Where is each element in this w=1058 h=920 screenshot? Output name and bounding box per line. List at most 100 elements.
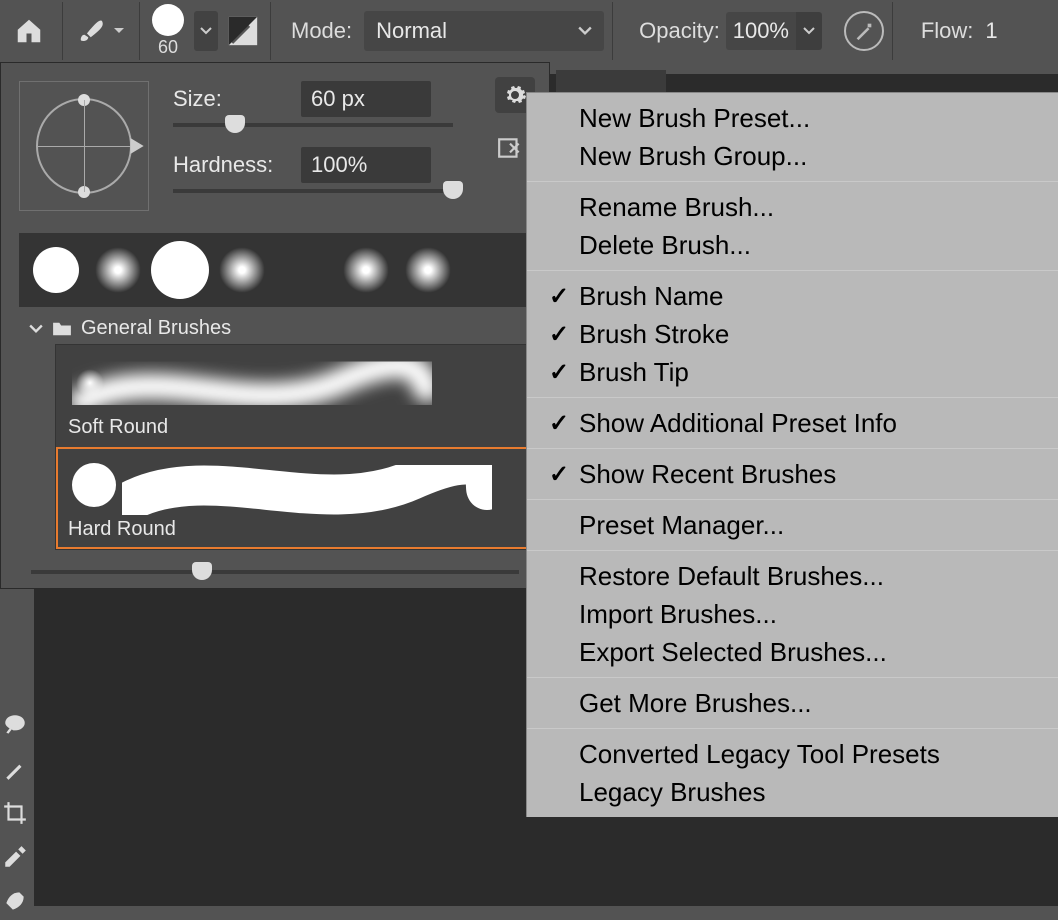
brush-preview-dot [152, 4, 184, 36]
hardness-field[interactable]: 100% [301, 147, 431, 183]
chevron-down-icon [803, 27, 815, 35]
menu-item-label: New Brush Preset... [579, 103, 810, 134]
recent-brush-swatch[interactable] [149, 239, 211, 301]
create-preset-button[interactable] [495, 135, 525, 161]
recent-brush-swatch[interactable] [335, 239, 397, 301]
brush-stroke-preview [72, 361, 432, 417]
menu-item[interactable]: Rename Brush... [527, 188, 1058, 226]
preset-label: Soft Round [68, 416, 168, 439]
blend-mode-select[interactable]: Normal [364, 11, 604, 51]
menu-item[interactable]: Import Brushes... [527, 595, 1058, 633]
menu-item-label: Rename Brush... [579, 192, 774, 223]
flow-label: Flow: [921, 18, 974, 44]
tools-panel [0, 706, 34, 920]
slider-thumb[interactable] [225, 115, 245, 133]
menu-item-label: Export Selected Brushes... [579, 637, 887, 668]
menu-item-label: Get More Brushes... [579, 688, 812, 719]
recent-brushes-row [19, 233, 531, 307]
menu-item-label: Show Additional Preset Info [579, 408, 897, 439]
menu-item[interactable]: ✓Brush Tip [527, 353, 1058, 391]
chevron-down-icon [200, 27, 212, 35]
chevron-down-icon [578, 26, 592, 36]
menu-item[interactable]: Converted Legacy Tool Presets [527, 735, 1058, 773]
check-icon: ✓ [549, 409, 579, 438]
gear-icon [503, 83, 527, 107]
opacity-dropdown[interactable] [796, 12, 822, 50]
menu-item-label: Brush Stroke [579, 319, 729, 350]
menu-item[interactable]: ✓Brush Name [527, 277, 1058, 315]
brush-preset-item[interactable]: Soft Round [56, 345, 530, 447]
crop-icon [2, 800, 28, 826]
tool-button[interactable] [2, 842, 32, 872]
brush-settings-icon [226, 14, 260, 48]
preset-label: Hard Round [68, 518, 176, 541]
pen-pressure-icon [853, 20, 875, 42]
preview-size-slider[interactable] [31, 570, 519, 574]
menu-item[interactable]: Get More Brushes... [527, 684, 1058, 722]
group-name: General Brushes [81, 317, 231, 340]
menu-item[interactable]: ✓Brush Stroke [527, 315, 1058, 353]
chevron-down-icon [29, 324, 43, 334]
eyedropper-icon [2, 844, 28, 870]
flow-value[interactable]: 1 [985, 18, 997, 44]
hardness-label: Hardness: [173, 152, 283, 178]
mode-label: Mode: [291, 18, 352, 44]
hardness-slider[interactable] [173, 189, 453, 193]
brush-preset-panel: Size: 60 px Hardness: 100% General Brush… [0, 62, 550, 589]
menu-item-label: Delete Brush... [579, 230, 751, 261]
check-icon: ✓ [549, 460, 579, 489]
menu-item[interactable]: New Brush Preset... [527, 99, 1058, 137]
check-icon: ✓ [549, 358, 579, 387]
blend-mode-value: Normal [376, 18, 447, 44]
menu-item-label: Show Recent Brushes [579, 459, 836, 490]
wand-icon [2, 756, 28, 782]
brush-preset-dropdown[interactable] [194, 11, 218, 51]
menu-item[interactable]: New Brush Group... [527, 137, 1058, 175]
check-icon: ✓ [549, 282, 579, 311]
pressure-opacity-button[interactable] [844, 11, 884, 51]
recent-brush-swatch[interactable] [273, 239, 335, 301]
menu-item[interactable]: Legacy Brushes [527, 773, 1058, 811]
menu-item[interactable]: Delete Brush... [527, 226, 1058, 264]
folder-icon [51, 321, 73, 337]
brush-preset-item[interactable]: Hard Round [56, 447, 530, 549]
size-label: Size: [173, 86, 283, 112]
options-bar: 60 Mode: Normal Opacity: 100% Flow: 1 [0, 0, 1058, 62]
recent-brush-swatch[interactable] [397, 239, 459, 301]
preset-list: Soft Round Hard Round [55, 344, 531, 550]
toggle-brush-panel-button[interactable] [224, 12, 262, 50]
menu-item-label: Brush Name [579, 281, 724, 312]
menu-item-label: Legacy Brushes [579, 777, 765, 808]
opacity-field[interactable]: 100% [726, 12, 796, 50]
menu-item[interactable]: ✓Show Recent Brushes [527, 455, 1058, 493]
tool-button[interactable] [2, 710, 32, 740]
current-tool[interactable] [71, 16, 131, 46]
menu-item-label: Brush Tip [579, 357, 689, 388]
menu-item[interactable]: Restore Default Brushes... [527, 557, 1058, 595]
brush-stroke-preview [122, 465, 492, 515]
slider-thumb[interactable] [443, 181, 463, 199]
tool-button[interactable] [2, 754, 32, 784]
new-document-icon [497, 137, 523, 159]
brush-preset-picker[interactable]: 60 [148, 4, 188, 58]
size-field[interactable]: 60 px [301, 81, 431, 117]
menu-item-label: New Brush Group... [579, 141, 807, 172]
opacity-label: Opacity: [639, 18, 720, 44]
recent-brush-swatch[interactable] [211, 239, 273, 301]
check-icon: ✓ [549, 320, 579, 349]
slider-thumb[interactable] [192, 562, 212, 580]
menu-item[interactable]: Preset Manager... [527, 506, 1058, 544]
menu-item[interactable]: ✓Show Additional Preset Info [527, 404, 1058, 442]
spot-heal-icon [2, 888, 28, 914]
tool-button[interactable] [2, 798, 32, 828]
size-slider[interactable] [173, 123, 453, 127]
brush-angle-control[interactable] [19, 81, 149, 211]
menu-item[interactable]: Export Selected Brushes... [527, 633, 1058, 671]
recent-brush-swatch[interactable] [87, 239, 149, 301]
chevron-down-icon [113, 27, 125, 35]
home-button[interactable] [4, 6, 54, 56]
home-icon [14, 16, 44, 46]
recent-brush-swatch[interactable] [25, 239, 87, 301]
tool-button[interactable] [2, 886, 32, 916]
preset-group-header[interactable]: General Brushes [29, 317, 531, 340]
